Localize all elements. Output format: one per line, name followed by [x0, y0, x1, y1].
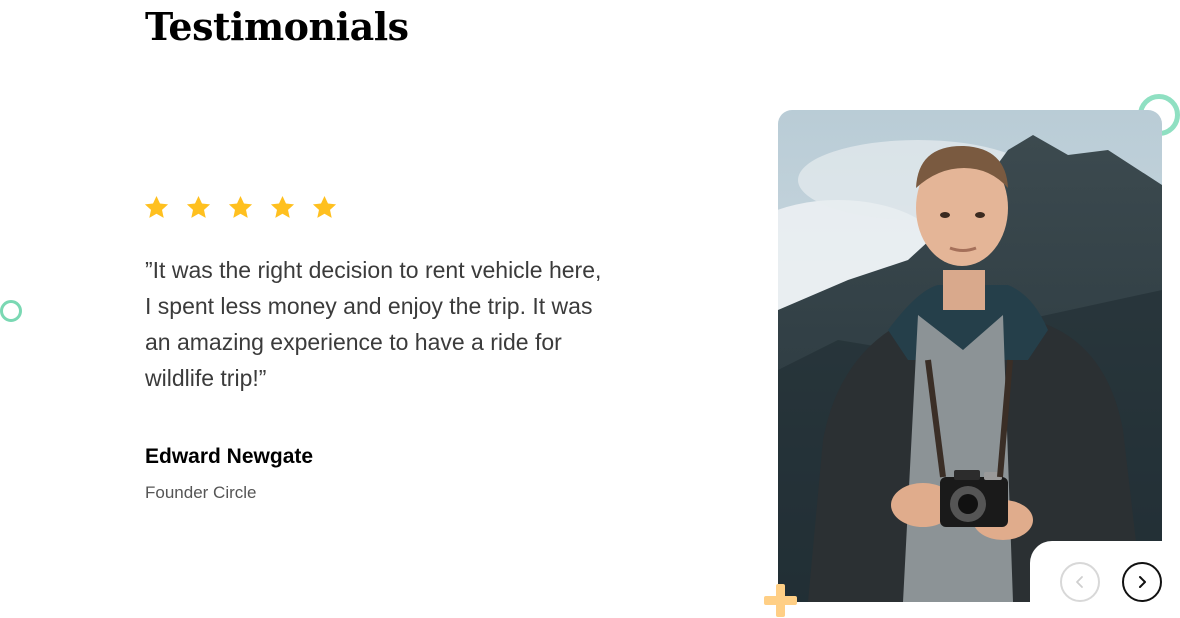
author-name: Edward Newgate — [145, 445, 314, 468]
star-icon — [144, 196, 169, 218]
author-role: Founder Circle — [145, 483, 257, 502]
testimonials-section: Testimonials ”It was the right decision … — [0, 0, 1180, 618]
star-icon — [186, 196, 211, 218]
person-with-camera-photo — [778, 110, 1162, 602]
star-icon — [228, 196, 253, 218]
star-rating — [143, 194, 338, 221]
decorative-ring-left — [0, 300, 22, 322]
next-button[interactable] — [1122, 562, 1162, 602]
chevron-left-icon — [1076, 576, 1083, 588]
star-icon — [270, 196, 295, 218]
section-title: Testimonials — [145, 4, 409, 49]
star-icon — [312, 196, 337, 218]
plus-decoration-icon — [764, 584, 797, 617]
testimonial-photo — [778, 110, 1162, 602]
testimonial-quote: ”It was the right decision to rent vehic… — [145, 257, 602, 391]
carousel-navigation — [1030, 541, 1170, 618]
chevron-right-icon — [1139, 576, 1146, 588]
previous-button[interactable] — [1060, 562, 1100, 602]
